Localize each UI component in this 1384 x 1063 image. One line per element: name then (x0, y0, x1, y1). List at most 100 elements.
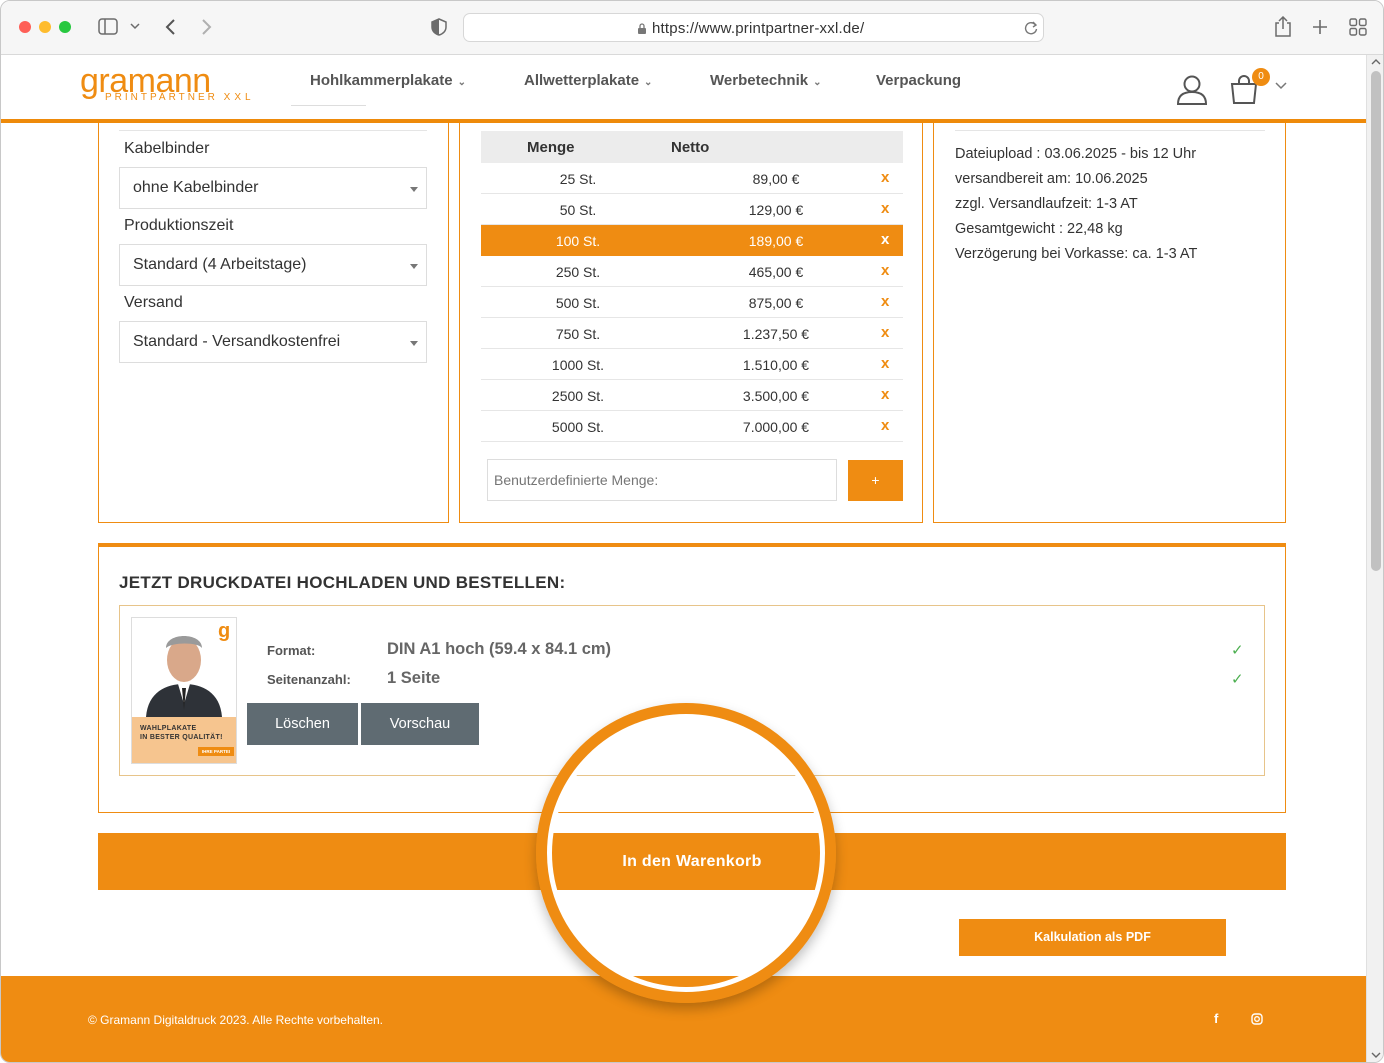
minimize-window-button[interactable] (39, 21, 51, 33)
remove-row-icon[interactable]: x (881, 293, 889, 310)
row-net-price: 875,00 € (748, 295, 804, 311)
chevron-down-icon: ⌄ (457, 77, 466, 88)
nav-allwetterplakate[interactable]: Allwetterplakate ⌄ (524, 72, 652, 89)
sidebar-icon[interactable] (98, 18, 118, 35)
row-net-price: 7.000,00 € (742, 419, 810, 435)
chevron-down-icon: ⌄ (644, 77, 653, 88)
row-quantity: 250 St. (555, 264, 601, 280)
nav-label: Hohlkammerplakate (310, 72, 453, 89)
row-quantity: 25 St. (559, 171, 597, 187)
kabelbinder-select[interactable]: ohne Kabelbinder (119, 167, 427, 209)
select-value: Standard (4 Arbeitstage) (133, 256, 307, 273)
nav-verpackung[interactable]: Verpackung (876, 72, 961, 89)
delete-file-button[interactable]: Löschen (247, 703, 358, 745)
nav-underline (291, 105, 366, 106)
user-account-icon[interactable] (1176, 75, 1208, 105)
thumbnail-badge: IHRE PARTEI (198, 747, 234, 756)
nav-hohlkammerplakate[interactable]: Hohlkammerplakate ⌄ (310, 72, 466, 89)
back-icon[interactable] (164, 18, 176, 36)
forward-icon[interactable] (201, 18, 213, 36)
price-row[interactable]: 25 St. 89,00 € x (481, 163, 903, 194)
chevron-down-icon[interactable] (1275, 82, 1287, 90)
nav-werbetechnik[interactable]: Werbetechnik ⌄ (710, 72, 821, 89)
logo-subline: PRINTPARTNER XXL (105, 92, 255, 103)
remove-row-icon[interactable]: x (881, 417, 889, 434)
new-tab-icon[interactable] (1312, 19, 1328, 35)
delivery-info-panel: Dateiupload : 03.06.2025 - bis 12 Uhr ve… (933, 123, 1286, 523)
price-row[interactable]: 5000 St. 7.000,00 € x (481, 411, 903, 442)
remove-row-icon[interactable]: x (881, 386, 889, 403)
row-quantity: 2500 St. (551, 388, 605, 404)
remove-row-icon[interactable]: x (881, 355, 889, 372)
row-net-price: 3.500,00 € (742, 388, 810, 404)
lock-icon (638, 23, 646, 34)
divider (955, 130, 1265, 131)
chevron-down-icon[interactable] (130, 23, 140, 30)
remove-row-icon[interactable]: x (881, 169, 889, 186)
options-panel: Kabelbinder ohne Kabelbinder Produktions… (98, 123, 449, 523)
browser-window: https://www.printpartner-xxl.de/ gramann… (0, 0, 1384, 1063)
add-custom-quantity-button[interactable]: + (848, 460, 903, 501)
format-value: DIN A1 hoch (59.4 x 84.1 cm) (387, 640, 612, 658)
shield-icon[interactable] (431, 18, 447, 36)
calculation-pdf-button[interactable]: Kalkulation als PDF (959, 919, 1226, 956)
price-panel: Menge Netto 25 St. 89,00 € x 50 St. 129,00 €… (459, 123, 923, 523)
upload-deadline: Dateiupload : 03.06.2025 - bis 12 Uhr (955, 146, 1197, 162)
scroll-up-icon[interactable] (1371, 58, 1381, 66)
instagram-icon[interactable] (1251, 1013, 1263, 1025)
row-net-price: 189,00 € (748, 233, 804, 249)
url-text: https://www.printpartner-xxl.de/ (652, 20, 865, 37)
price-row[interactable]: 1000 St. 1.510,00 € x (481, 349, 903, 380)
total-weight: Gesamtgewicht : 22,48 kg (955, 221, 1123, 237)
row-quantity: 500 St. (555, 295, 601, 311)
site-header: gramann PRINTPARTNER XXL Hohlkammerplaka… (1, 55, 1366, 123)
versand-label: Versand (124, 294, 183, 311)
ready-to-ship-date: versandbereit am: 10.06.2025 (955, 171, 1148, 187)
remove-row-icon[interactable]: x (881, 200, 889, 217)
kabelbinder-label: Kabelbinder (124, 140, 210, 157)
uploaded-file-card: g WAHLPLAKATE IN BESTER QUALITÄT! IHRE P… (119, 605, 1265, 776)
copyright-text: © Gramann Digitaldruck 2023. Alle Rechte… (88, 1013, 384, 1027)
share-icon[interactable] (1274, 16, 1292, 37)
upload-section: JETZT DRUCKDATEI HOCHLADEN UND BESTELLEN… (98, 543, 1286, 813)
row-net-price: 129,00 € (748, 202, 804, 218)
price-row[interactable]: 500 St. 875,00 € x (481, 287, 903, 318)
price-row[interactable]: 2500 St. 3.500,00 € x (481, 380, 903, 411)
add-to-cart-button[interactable]: In den Warenkorb (98, 833, 1286, 890)
close-window-button[interactable] (19, 21, 31, 33)
remove-row-icon[interactable]: x (881, 231, 889, 248)
versand-select[interactable]: Standard - Versandkostenfrei (119, 321, 427, 363)
zoom-window-button[interactable] (59, 21, 71, 33)
price-row[interactable]: 50 St. 129,00 € x (481, 194, 903, 225)
address-bar[interactable]: https://www.printpartner-xxl.de/ (463, 13, 1044, 42)
row-quantity: 50 St. (559, 202, 597, 218)
logo-printpartner: PRINTPARTNER (105, 92, 218, 103)
produktionszeit-select[interactable]: Standard (4 Arbeitstage) (119, 244, 427, 286)
pages-value: 1 Seite (387, 669, 441, 687)
upload-title: JETZT DRUCKDATEI HOCHLADEN UND BESTELLEN… (119, 573, 566, 592)
row-quantity: 100 St. (555, 233, 601, 249)
remove-row-icon[interactable]: x (881, 262, 889, 279)
custom-quantity-input[interactable] (487, 459, 837, 501)
price-row[interactable]: 750 St. 1.237,50 € x (481, 318, 903, 349)
scrollbar-thumb[interactable] (1371, 71, 1381, 571)
site-footer: © Gramann Digitaldruck 2023. Alle Rechte… (1, 976, 1366, 1062)
chevron-down-icon: ⌄ (813, 77, 822, 88)
price-row[interactable]: 100 St. 189,00 € x (481, 225, 903, 256)
remove-row-icon[interactable]: x (881, 324, 889, 341)
cart-count-badge: 0 (1252, 68, 1270, 86)
page-scrollbar[interactable] (1366, 55, 1383, 1062)
format-label: Format: (267, 643, 316, 658)
facebook-icon[interactable]: f (1214, 1011, 1218, 1026)
tab-overview-icon[interactable] (1349, 18, 1367, 36)
reload-icon[interactable] (1024, 21, 1038, 35)
scroll-down-icon[interactable] (1371, 1051, 1381, 1059)
file-thumbnail[interactable]: g WAHLPLAKATE IN BESTER QUALITÄT! IHRE P… (131, 617, 237, 764)
price-table-header: Menge Netto (481, 131, 903, 163)
nav-label: Allwetterplakate (524, 72, 640, 89)
preview-file-button[interactable]: Vorschau (361, 703, 479, 745)
price-row[interactable]: 250 St. 465,00 € x (481, 256, 903, 287)
thumbnail-line1: WAHLPLAKATE (140, 725, 197, 732)
row-net-price: 1.237,50 € (742, 326, 810, 342)
thumbnail-line2: IN BESTER QUALITÄT! (140, 734, 223, 741)
